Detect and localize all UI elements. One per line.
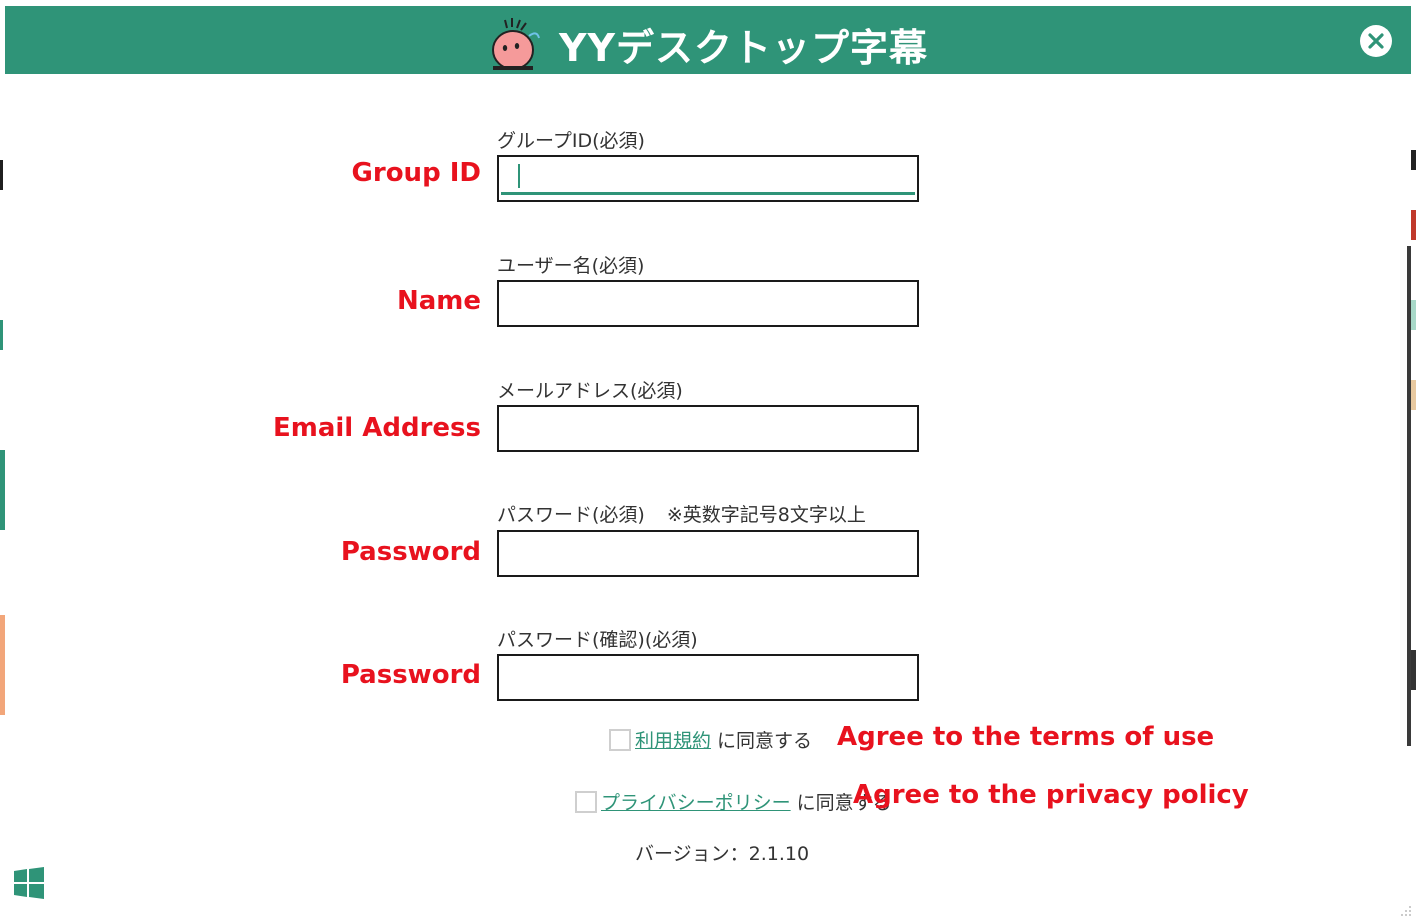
window-title: YYデスクトップ字幕: [559, 25, 929, 70]
password-rule-note: ※英数字記号8文字以上: [666, 504, 866, 526]
privacy-checkbox[interactable]: [575, 790, 597, 813]
email-caption: メールアドレス(必須): [497, 380, 683, 402]
group-id-focus-underline: [501, 192, 915, 195]
mascot-logo-icon: [492, 18, 540, 70]
title-group: YYデスクトップ字幕: [485, 14, 928, 74]
name-caption: ユーザー名(必須): [497, 255, 645, 277]
screen: YYデスクトップ字幕 グループID(必須) Group ID ユーザー名(必須)…: [0, 0, 1416, 923]
password-caption: パスワード(必須) ※英数字記号8文字以上: [497, 500, 866, 527]
name-input[interactable]: [497, 280, 919, 327]
group-id-caption: グループID(必須): [497, 130, 645, 152]
privacy-agreement-row: プライバシーポリシー に同意する: [575, 788, 892, 815]
version-label: バージョン：2.1.10: [635, 843, 810, 865]
group-id-annotation: Group ID: [351, 158, 481, 188]
privacy-policy-link[interactable]: プライバシーポリシー: [601, 788, 791, 815]
privacy-annotation: Agree to the privacy policy: [853, 780, 1249, 810]
password-confirm-input[interactable]: [497, 654, 919, 701]
background-scrollbar: [1407, 246, 1411, 746]
email-annotation: Email Address: [272, 413, 481, 443]
close-button[interactable]: [1360, 25, 1392, 57]
terms-agree-text: に同意する: [717, 730, 813, 752]
password-confirm-annotation: Password: [340, 660, 481, 690]
terms-checkbox[interactable]: [609, 728, 631, 751]
password-input[interactable]: [497, 530, 919, 577]
text-caret: [518, 164, 520, 188]
name-annotation: Name: [396, 286, 481, 316]
password-confirm-caption: パスワード(確認)(必須): [497, 629, 698, 651]
terms-agreement-row: 利用規約 に同意する: [609, 726, 812, 753]
password-caption-label: パスワード(必須): [497, 504, 645, 526]
email-input[interactable]: [497, 405, 919, 452]
terms-annotation: Agree to the terms of use: [837, 722, 1215, 752]
windows-start-icon[interactable]: [12, 866, 46, 900]
title-bar: YYデスクトップ字幕: [5, 6, 1411, 74]
password-annotation: Password: [340, 537, 481, 567]
registration-dialog: YYデスクトップ字幕 グループID(必須) Group ID ユーザー名(必須)…: [5, 6, 1411, 923]
background-app-right: [1411, 0, 1416, 923]
resize-grip-icon[interactable]: [1398, 903, 1412, 917]
close-icon: [1368, 33, 1384, 49]
terms-of-use-link[interactable]: 利用規約: [635, 726, 711, 753]
